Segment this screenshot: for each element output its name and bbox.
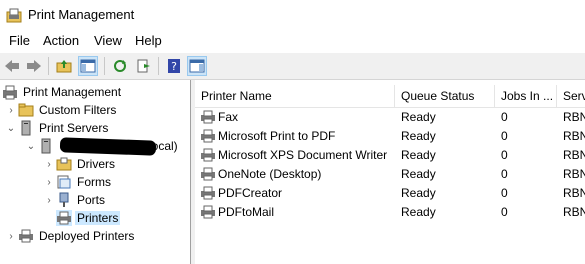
server-icon [18, 120, 34, 136]
jobs-cell: 0 [501, 186, 508, 200]
tree-item-ports[interactable]: › Ports [42, 191, 107, 209]
printer-list: Printer Name Queue Status Jobs In ... Se… [195, 80, 585, 264]
printer-icon [201, 205, 215, 219]
menu-bar: File Action View Help [0, 30, 585, 52]
server-cell: RBN [563, 110, 585, 124]
table-row[interactable]: Microsoft Print to PDF Ready 0 RBN [195, 127, 585, 146]
jobs-cell: 0 [501, 110, 508, 124]
tree-item-forms[interactable]: › Forms [42, 173, 113, 191]
printer-icon [201, 167, 215, 181]
printer-name-cell: Microsoft XPS Document Writer [218, 148, 388, 162]
forward-arrow-icon[interactable] [24, 56, 44, 76]
column-header-queue-status[interactable]: Queue Status [395, 85, 495, 107]
printer-name-cell: Microsoft Print to PDF [218, 129, 336, 143]
server-cell: RBN [563, 129, 585, 143]
tree-label: Print Management [23, 85, 122, 99]
menu-view[interactable]: View [94, 33, 122, 48]
back-arrow-icon[interactable] [2, 56, 22, 76]
server-cell: RBN [563, 186, 585, 200]
server-icon [38, 138, 54, 154]
tree-label: Drivers [77, 157, 115, 171]
tree-label: Forms [77, 175, 111, 189]
queue-status-cell: Ready [401, 186, 436, 200]
server-cell: RBN [563, 148, 585, 162]
tree-item-drivers[interactable]: › Drivers [42, 155, 117, 173]
printer-name-cell: PDFCreator [218, 186, 283, 200]
column-header-server[interactable]: Serv [557, 85, 585, 107]
printer-name-cell: OneNote (Desktop) [218, 167, 322, 181]
drivers-icon [56, 156, 72, 172]
deployed-printers-icon [18, 228, 34, 244]
table-row[interactable]: OneNote (Desktop) Ready 0 RBN [195, 165, 585, 184]
tree-label: Deployed Printers [39, 229, 135, 243]
table-row[interactable]: PDFtoMail Ready 0 RBN [195, 203, 585, 222]
window-title: Print Management [28, 7, 135, 22]
port-icon [56, 192, 72, 208]
svg-text:?: ? [171, 60, 177, 73]
console-tree: Print Management › Custom Filters ⌄ Prin… [0, 80, 191, 264]
tree-root-print-management[interactable]: Print Management [2, 83, 123, 101]
printer-icon [56, 210, 72, 226]
show-hide-action-pane-icon[interactable] [187, 56, 207, 76]
refresh-icon[interactable] [110, 56, 130, 76]
jobs-cell: 0 [501, 129, 508, 143]
server-cell: RBN [563, 167, 585, 181]
export-list-icon[interactable] [134, 56, 154, 76]
queue-status-cell: Ready [401, 167, 436, 181]
column-header-printer-name[interactable]: Printer Name [195, 85, 395, 107]
jobs-cell: 0 [501, 167, 508, 181]
tree-label: Ports [77, 193, 106, 207]
printer-name-cell: PDFtoMail [218, 205, 275, 219]
chevron-right-icon[interactable]: › [42, 159, 56, 170]
queue-status-cell: Ready [401, 110, 436, 124]
printer-folder-icon [6, 8, 22, 23]
chevron-right-icon[interactable]: › [4, 105, 18, 116]
column-header-jobs[interactable]: Jobs In ... [495, 85, 557, 107]
tree-label: Printers [75, 211, 121, 225]
print-management-icon [2, 84, 18, 100]
filter-icon [18, 102, 34, 118]
forms-icon [56, 174, 72, 190]
chevron-right-icon[interactable]: › [42, 195, 56, 206]
table-row[interactable]: Fax Ready 0 RBN [195, 108, 585, 127]
server-cell: RBN [563, 205, 585, 219]
up-folder-icon[interactable] [54, 56, 74, 76]
printer-icon [201, 129, 215, 143]
table-row[interactable]: PDFCreator Ready 0 RBN [195, 184, 585, 203]
printer-icon [201, 186, 215, 200]
table-row[interactable]: Microsoft XPS Document Writer Ready 0 RBN [195, 146, 585, 165]
printer-icon [201, 110, 215, 124]
queue-status-cell: Ready [401, 205, 436, 219]
tree-item-printers[interactable]: Printers [42, 209, 121, 227]
menu-file[interactable]: File [9, 33, 30, 48]
toolbar: ? [0, 53, 585, 80]
tree-label: Custom Filters [39, 103, 117, 117]
printer-name-cell: Fax [218, 110, 239, 124]
printer-icon [201, 148, 215, 162]
show-hide-tree-icon[interactable] [78, 56, 98, 76]
help-icon[interactable]: ? [164, 56, 184, 76]
list-header: Printer Name Queue Status Jobs In ... Se… [195, 85, 585, 108]
jobs-cell: 0 [501, 148, 508, 162]
chevron-right-icon[interactable]: › [42, 177, 56, 188]
queue-status-cell: Ready [401, 129, 436, 143]
chevron-right-icon[interactable]: › [4, 231, 18, 242]
chevron-down-icon[interactable]: ⌄ [24, 141, 38, 152]
title-bar: Print Management [0, 0, 585, 30]
menu-action[interactable]: Action [43, 33, 79, 48]
tree-item-custom-filters[interactable]: › Custom Filters [4, 101, 118, 119]
jobs-cell: 0 [501, 205, 508, 219]
tree-item-print-servers[interactable]: ⌄ Print Servers [4, 119, 110, 137]
queue-status-cell: Ready [401, 148, 436, 162]
chevron-down-icon[interactable]: ⌄ [4, 123, 18, 134]
tree-label: Print Servers [39, 121, 109, 135]
menu-help[interactable]: Help [135, 33, 162, 48]
tree-item-deployed-printers[interactable]: › Deployed Printers [4, 227, 136, 245]
